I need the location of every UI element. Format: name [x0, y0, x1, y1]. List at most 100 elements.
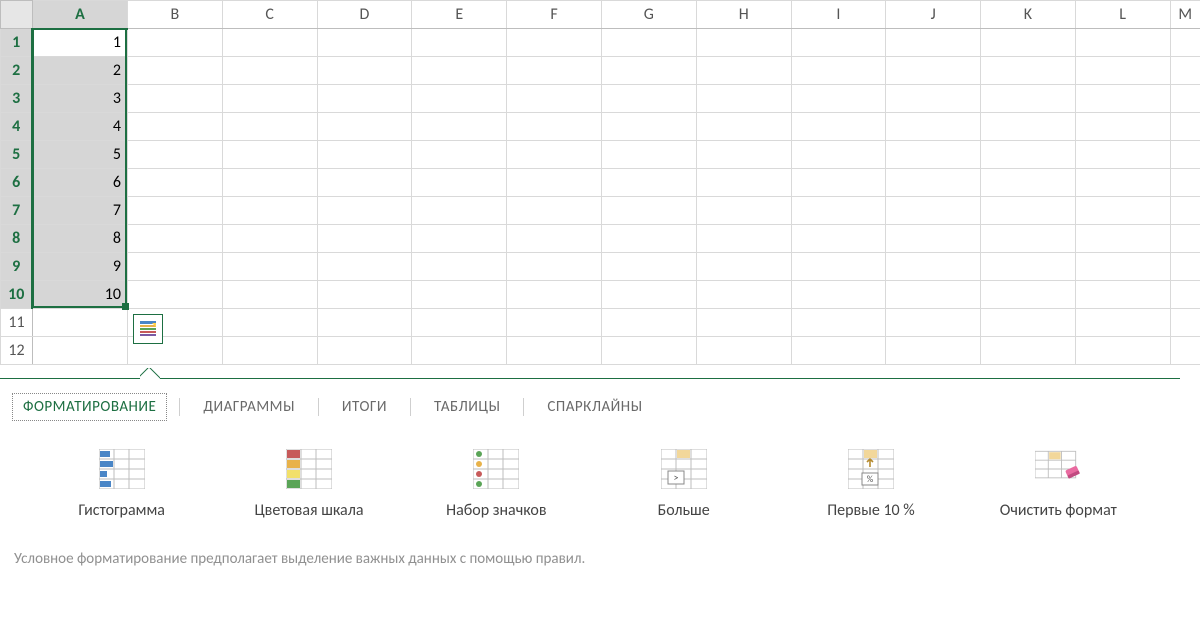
cell-H1[interactable] [696, 29, 791, 57]
cell-K10[interactable] [980, 281, 1075, 309]
cell-J3[interactable] [886, 85, 981, 113]
cell-A5[interactable]: 5 [32, 141, 127, 169]
col-header-I[interactable]: I [791, 1, 886, 29]
cell-B5[interactable] [127, 141, 222, 169]
row-header-7[interactable]: 7 [1, 197, 33, 225]
cell-M8[interactable] [1170, 225, 1200, 253]
cell-D4[interactable] [317, 113, 412, 141]
cell-B2[interactable] [127, 57, 222, 85]
tab-formatting[interactable]: ФОРМАТИРОВАНИЕ [12, 393, 167, 421]
cell-I11[interactable] [791, 309, 886, 337]
cell-I8[interactable] [791, 225, 886, 253]
cell-A8[interactable]: 8 [32, 225, 127, 253]
cell-B6[interactable] [127, 169, 222, 197]
option-clear-format[interactable]: Очистить формат [965, 449, 1152, 520]
cell-I9[interactable] [791, 253, 886, 281]
col-header-K[interactable]: K [980, 1, 1075, 29]
cell-D8[interactable] [317, 225, 412, 253]
cell-C11[interactable] [222, 309, 317, 337]
cell-I3[interactable] [791, 85, 886, 113]
cell-K4[interactable] [980, 113, 1075, 141]
cell-H2[interactable] [696, 57, 791, 85]
cell-K11[interactable] [980, 309, 1075, 337]
row-header-3[interactable]: 3 [1, 85, 33, 113]
cell-L12[interactable] [1075, 337, 1170, 365]
cell-H9[interactable] [696, 253, 791, 281]
cell-M10[interactable] [1170, 281, 1200, 309]
cell-J2[interactable] [886, 57, 981, 85]
spreadsheet-grid[interactable]: A B C D E F G H I J K L M 11223344556677… [0, 0, 1200, 365]
cell-F1[interactable] [507, 29, 602, 57]
row-header-12[interactable]: 12 [1, 337, 33, 365]
cell-I4[interactable] [791, 113, 886, 141]
cell-F11[interactable] [507, 309, 602, 337]
cell-K2[interactable] [980, 57, 1075, 85]
cell-E12[interactable] [412, 337, 507, 365]
cell-H3[interactable] [696, 85, 791, 113]
cell-D6[interactable] [317, 169, 412, 197]
cell-E9[interactable] [412, 253, 507, 281]
col-header-F[interactable]: F [507, 1, 602, 29]
cell-H11[interactable] [696, 309, 791, 337]
cell-K1[interactable] [980, 29, 1075, 57]
cell-J1[interactable] [886, 29, 981, 57]
cell-B4[interactable] [127, 113, 222, 141]
cell-E4[interactable] [412, 113, 507, 141]
cell-D10[interactable] [317, 281, 412, 309]
cell-G11[interactable] [601, 309, 696, 337]
col-header-E[interactable]: E [412, 1, 507, 29]
cell-G7[interactable] [601, 197, 696, 225]
col-header-L[interactable]: L [1075, 1, 1170, 29]
cell-E2[interactable] [412, 57, 507, 85]
col-header-H[interactable]: H [696, 1, 791, 29]
cell-D11[interactable] [317, 309, 412, 337]
cell-L4[interactable] [1075, 113, 1170, 141]
cell-D3[interactable] [317, 85, 412, 113]
cell-F2[interactable] [507, 57, 602, 85]
cell-C4[interactable] [222, 113, 317, 141]
cell-I10[interactable] [791, 281, 886, 309]
cell-E8[interactable] [412, 225, 507, 253]
tab-charts[interactable]: ДИАГРАММЫ [192, 393, 306, 421]
cell-E3[interactable] [412, 85, 507, 113]
cell-H12[interactable] [696, 337, 791, 365]
cell-L7[interactable] [1075, 197, 1170, 225]
cell-F5[interactable] [507, 141, 602, 169]
cell-E10[interactable] [412, 281, 507, 309]
cell-I6[interactable] [791, 169, 886, 197]
cell-L9[interactable] [1075, 253, 1170, 281]
cell-G1[interactable] [601, 29, 696, 57]
cell-F12[interactable] [507, 337, 602, 365]
col-header-C[interactable]: C [222, 1, 317, 29]
cell-I12[interactable] [791, 337, 886, 365]
cell-L1[interactable] [1075, 29, 1170, 57]
cell-K6[interactable] [980, 169, 1075, 197]
cell-B9[interactable] [127, 253, 222, 281]
cell-E5[interactable] [412, 141, 507, 169]
row-header-1[interactable]: 1 [1, 29, 33, 57]
cell-E1[interactable] [412, 29, 507, 57]
option-icon-set[interactable]: Набор значков [403, 449, 590, 520]
cell-K8[interactable] [980, 225, 1075, 253]
cell-K5[interactable] [980, 141, 1075, 169]
row-header-6[interactable]: 6 [1, 169, 33, 197]
row-header-2[interactable]: 2 [1, 57, 33, 85]
cell-K12[interactable] [980, 337, 1075, 365]
cell-K9[interactable] [980, 253, 1075, 281]
tab-tables[interactable]: ТАБЛИЦЫ [423, 393, 511, 421]
cell-G10[interactable] [601, 281, 696, 309]
cell-I1[interactable] [791, 29, 886, 57]
cell-G4[interactable] [601, 113, 696, 141]
cell-F9[interactable] [507, 253, 602, 281]
option-data-bars[interactable]: Гистограмма [28, 449, 215, 520]
cell-M7[interactable] [1170, 197, 1200, 225]
cell-D12[interactable] [317, 337, 412, 365]
col-header-J[interactable]: J [886, 1, 981, 29]
cell-G8[interactable] [601, 225, 696, 253]
cell-C12[interactable] [222, 337, 317, 365]
cell-F4[interactable] [507, 113, 602, 141]
cell-L11[interactable] [1075, 309, 1170, 337]
row-header-9[interactable]: 9 [1, 253, 33, 281]
cell-D7[interactable] [317, 197, 412, 225]
cell-F3[interactable] [507, 85, 602, 113]
